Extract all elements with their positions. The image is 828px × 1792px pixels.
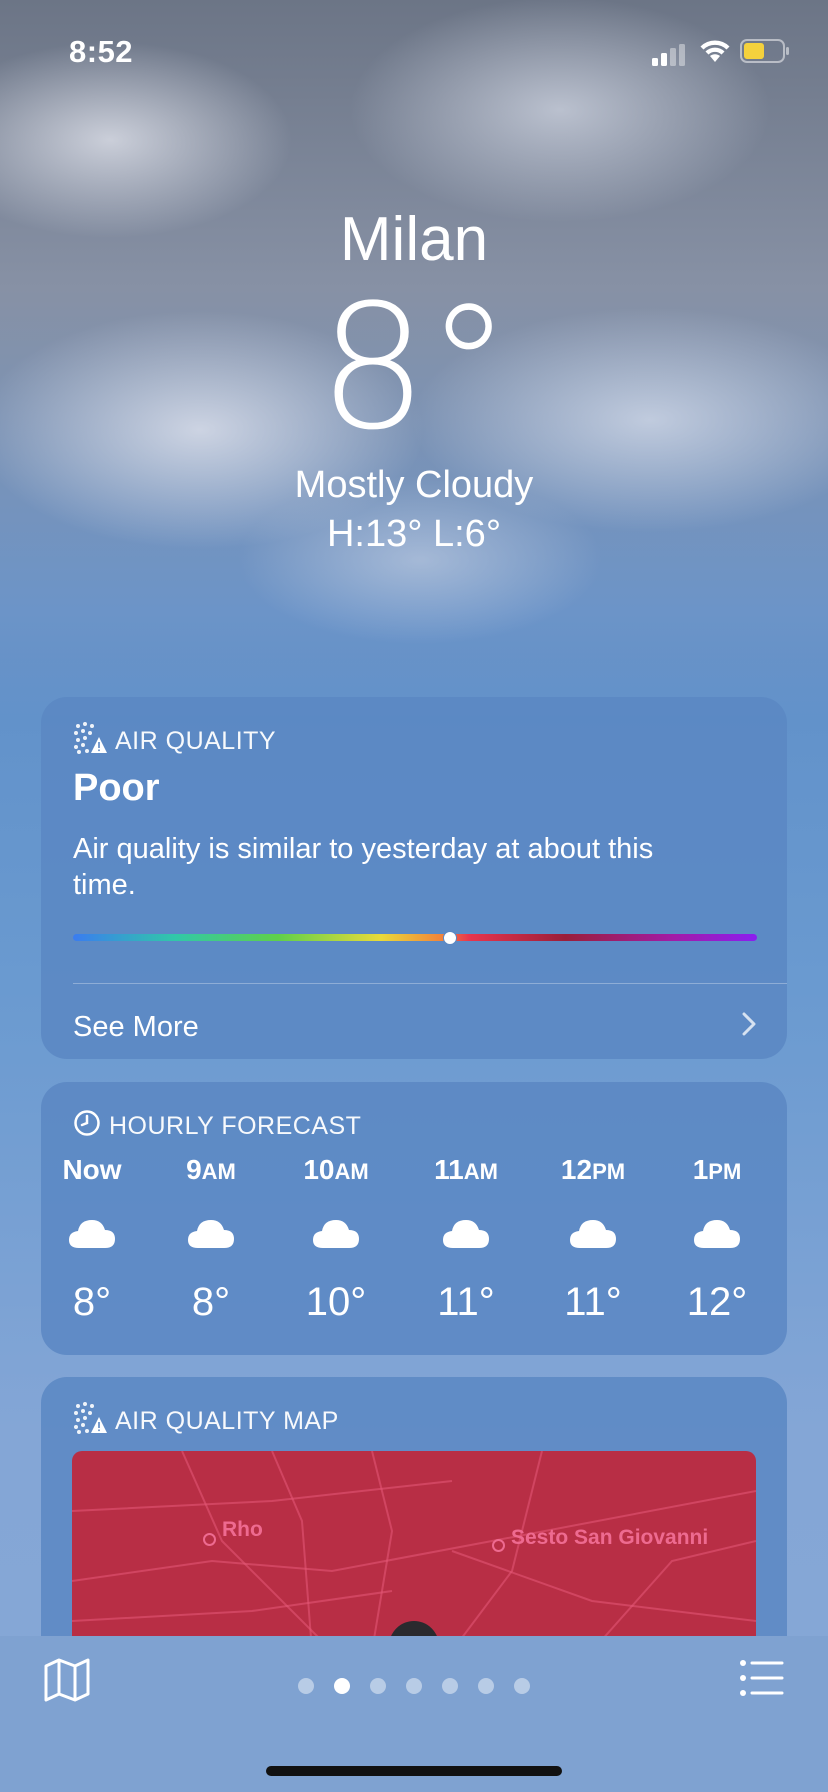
map-place-label: Sesto San Giovanni — [511, 1525, 709, 1549]
home-indicator — [266, 1766, 562, 1776]
hour-suffix: AM — [334, 1159, 369, 1184]
hour-suffix: PM — [708, 1159, 742, 1184]
hour-value: 9 — [186, 1154, 202, 1185]
hour-label: 12PM — [538, 1152, 648, 1188]
hour-item: 9AM 8° — [156, 1152, 266, 1325]
map-place-marker — [203, 1533, 216, 1546]
hour-label: Now — [37, 1152, 147, 1188]
map-place-marker — [492, 1539, 505, 1552]
page-dot[interactable] — [370, 1678, 386, 1694]
cloud-icon — [281, 1208, 391, 1258]
hour-item: 1PM 12° — [662, 1152, 772, 1325]
hour-label: 10AM — [281, 1152, 391, 1188]
hour-temperature: 8° — [191, 1280, 231, 1324]
battery-icon — [740, 38, 790, 69]
air-quality-level: Poor — [73, 767, 160, 809]
chevron-right-icon — [741, 1011, 757, 1044]
air-quality-map[interactable]: Rho Sesto San Giovanni — [72, 1451, 756, 1651]
hour-temperature: 12° — [686, 1280, 748, 1324]
cloud-icon — [411, 1208, 521, 1258]
air-quality-indicator — [443, 931, 458, 945]
divider — [73, 983, 787, 984]
hour-temperature: 11° — [564, 1280, 622, 1324]
air-quality-map-header: AIR QUALITY MAP — [73, 1401, 339, 1442]
wifi-icon — [698, 38, 732, 69]
hour-value: Now — [62, 1154, 122, 1185]
hourly-list[interactable]: Now 8° 9AM 8° 10AM 10° 11AM 11° 12PM 11° 1PM 12° — [41, 1152, 787, 1342]
hourly-forecast-header: HOURLY FORECAST — [73, 1108, 361, 1144]
see-more-button[interactable]: See More — [73, 997, 757, 1057]
page-dot[interactable] — [442, 1678, 458, 1694]
cloud-icon — [156, 1208, 266, 1258]
map-place-label: Rho — [222, 1517, 263, 1541]
air-quality-card[interactable]: AIR QUALITY Poor Air quality is similar … — [41, 697, 787, 1059]
air-quality-map-title: AIR QUALITY MAP — [115, 1406, 339, 1435]
air-quality-scale — [73, 931, 757, 945]
hour-item: Now 8° — [37, 1152, 147, 1325]
hourly-forecast-title: HOURLY FORECAST — [109, 1111, 362, 1140]
hour-item: 12PM 11° — [538, 1152, 648, 1325]
current-temperature: 8° — [318, 267, 511, 468]
list-icon[interactable] — [740, 1660, 784, 1701]
clock-icon — [73, 1109, 101, 1144]
hour-suffix: AM — [201, 1159, 236, 1184]
hour-value: 10 — [303, 1154, 335, 1185]
page-dot[interactable] — [478, 1678, 494, 1694]
page-dot[interactable] — [298, 1678, 314, 1694]
hour-value: 12 — [560, 1154, 593, 1185]
air-quality-header: AIR QUALITY — [73, 721, 277, 762]
hour-value: 1 — [692, 1154, 709, 1185]
map-place-rho[interactable]: Rho — [203, 1513, 263, 1546]
hour-value: 11 — [434, 1154, 464, 1185]
cloud-icon — [37, 1208, 147, 1258]
air-quality-icon — [73, 721, 107, 762]
hour-label: 11AM — [411, 1152, 521, 1188]
page-dot-active[interactable] — [334, 1678, 350, 1694]
page-dot[interactable] — [406, 1678, 422, 1694]
hour-label: 1PM — [662, 1152, 772, 1188]
page-dot[interactable] — [514, 1678, 530, 1694]
cloud-icon — [538, 1208, 648, 1258]
cloud-icon — [662, 1208, 772, 1258]
hour-item: 11AM 11° — [411, 1152, 521, 1325]
air-quality-icon — [73, 1401, 107, 1442]
hourly-forecast-card: HOURLY FORECAST Now 8° 9AM 8° 10AM 10° 11AM 11°… — [41, 1082, 787, 1355]
air-quality-map-card[interactable]: AIR QUALITY MAP Rho Sesto San Giovanni — [41, 1377, 787, 1677]
air-quality-description: Air quality is similar to yesterday at a… — [73, 833, 654, 901]
hour-temperature: 11° — [437, 1280, 495, 1324]
map-place-sesto[interactable]: Sesto San Giovanni — [492, 1523, 708, 1552]
hour-suffix: PM — [592, 1159, 626, 1184]
current-weather: Milan 8° Mostly Cloudy H:13° L:6° — [0, 200, 828, 556]
status-bar: 8:52 — [0, 30, 828, 70]
high-low-temperature: H:13° L:6° — [326, 513, 502, 555]
hour-item: 10AM 10° — [281, 1152, 391, 1325]
hour-temperature: 8° — [72, 1280, 112, 1324]
bottom-toolbar — [0, 1636, 828, 1792]
cellular-signal-icon — [652, 44, 688, 71]
hour-temperature: 10° — [305, 1280, 367, 1324]
page-indicator[interactable] — [0, 1678, 828, 1694]
status-time: 8:52 — [69, 34, 134, 69]
air-quality-title: AIR QUALITY — [115, 726, 277, 755]
hour-suffix: AM — [463, 1159, 498, 1184]
see-more-label: See More — [73, 1010, 199, 1043]
hour-label: 9AM — [156, 1152, 266, 1188]
weather-condition: Mostly Cloudy — [294, 464, 534, 506]
